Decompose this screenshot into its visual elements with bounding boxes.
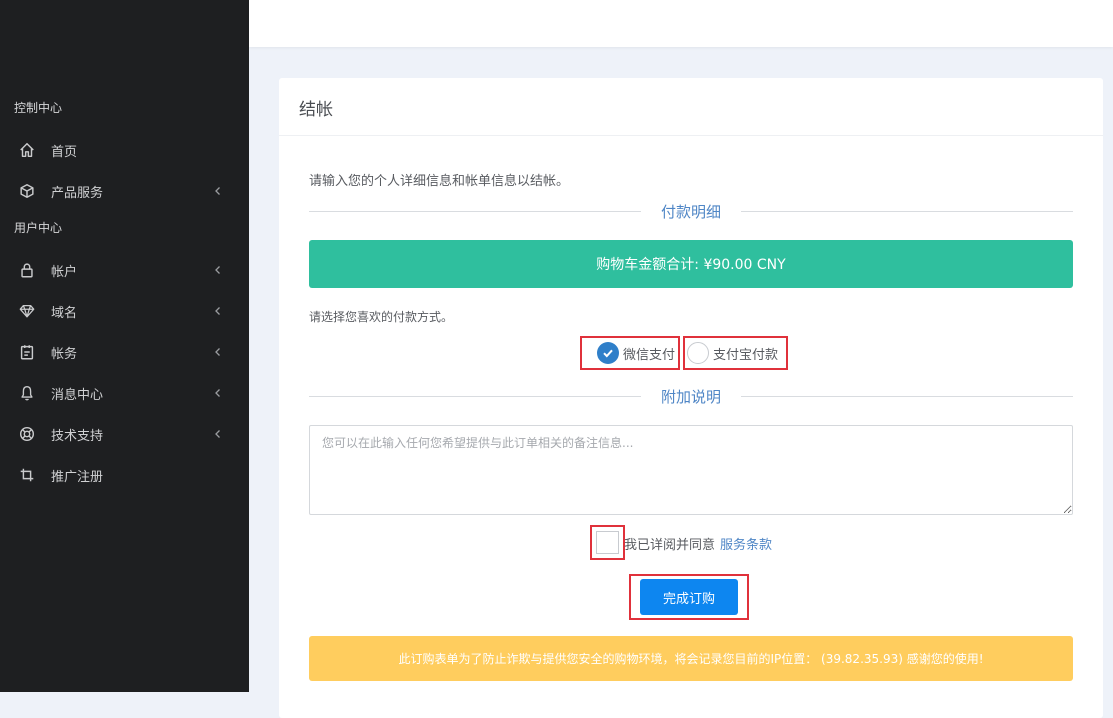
payment-method-prompt: 请选择您喜欢的付款方式。 [309,310,454,324]
payment-option-wechat[interactable]: 微信支付 [580,336,680,370]
sidebar-item-messages[interactable]: 消息中心 [0,376,249,410]
sidebar-item-products[interactable]: 产品服务 [0,174,249,208]
radio-checked-icon[interactable] [597,342,619,364]
chevron-left-icon [215,430,220,438]
sidebar-item-label: 首页 [51,144,78,160]
sidebar-item-label: 技术支持 [51,428,104,444]
cube-icon [17,181,37,201]
cart-total-bar: 购物车金额合计: ¥90.00 CNY [309,240,1073,288]
sidebar-item-domains[interactable]: 域名 [0,294,249,328]
payment-option-alipay[interactable]: 支付宝付款 [683,336,788,370]
sidebar-item-label: 域名 [51,305,78,321]
crop-icon [17,465,37,485]
bell-icon [17,383,37,403]
sidebar-item-label: 帐务 [51,346,78,362]
chevron-left-icon [215,187,220,195]
home-icon [17,140,37,160]
checkout-card: 结帐 请输入您的个人详细信息和帐单信息以结帐。 付款明细 购物车金额合计: ¥9… [279,78,1103,718]
terms-agree-label: 我已详阅并同意 [624,538,716,553]
ip-warning-text: 此订购表单为了防止诈欺与提供您安全的购物环境，将会记录您目前的IP位置： (39… [398,652,984,666]
lifebuoy-icon [17,424,37,444]
chevron-left-icon [215,389,220,397]
top-header [249,0,1113,47]
chevron-left-icon [215,266,220,274]
sidebar-item-label: 产品服务 [51,185,104,201]
section-title-control-center: 控制中心 [14,101,63,115]
checkout-intro: 请输入您的个人详细信息和帐单信息以结帐。 [309,174,570,189]
sidebar-item-home[interactable]: 首页 [0,133,249,167]
sidebar-item-label: 消息中心 [51,387,104,403]
sidebar-item-billing[interactable]: 帐务 [0,335,249,369]
terms-checkbox[interactable] [590,525,625,560]
checkbox-unchecked[interactable] [596,531,619,554]
page-title: 结帐 [299,100,333,120]
chevron-left-icon [215,307,220,315]
section-title-user-center: 用户中心 [14,221,63,235]
payment-option-label: 微信支付 [623,347,676,363]
card-header: 结帐 [279,78,1103,136]
sidebar-item-referral[interactable]: 推广注册 [0,458,249,492]
ip-warning-banner: 此订购表单为了防止诈欺与提供您安全的购物环境，将会记录您目前的IP位置： (39… [309,636,1073,681]
chevron-left-icon [215,348,220,356]
terms-agreement: 我已详阅并同意 服务条款 [624,534,772,553]
clipboard-icon [17,342,37,362]
notes-section-divider: 附加说明 [309,386,1073,406]
diamond-icon [17,301,37,321]
complete-order-button[interactable]: 完成订购 [640,579,738,615]
payment-section-divider: 付款明细 [309,201,1073,221]
payment-option-label: 支付宝付款 [713,347,779,363]
radio-unchecked-icon[interactable] [687,342,709,364]
order-notes-input[interactable] [309,425,1073,515]
terms-link[interactable]: 服务条款 [720,538,772,553]
submit-button-highlight: 完成订购 [629,574,749,620]
sidebar-item-support[interactable]: 技术支持 [0,417,249,451]
sidebar: 控制中心 首页 产品服务 用户中心 帐户 域名 帐务 消息中心 技术支持 推广注… [0,0,249,692]
sidebar-item-label: 推广注册 [51,469,104,485]
sidebar-item-account[interactable]: 帐户 [0,253,249,287]
lock-icon [17,260,37,280]
sidebar-item-label: 帐户 [51,264,78,280]
cart-total-text: 购物车金额合计: ¥90.00 CNY [596,257,786,273]
